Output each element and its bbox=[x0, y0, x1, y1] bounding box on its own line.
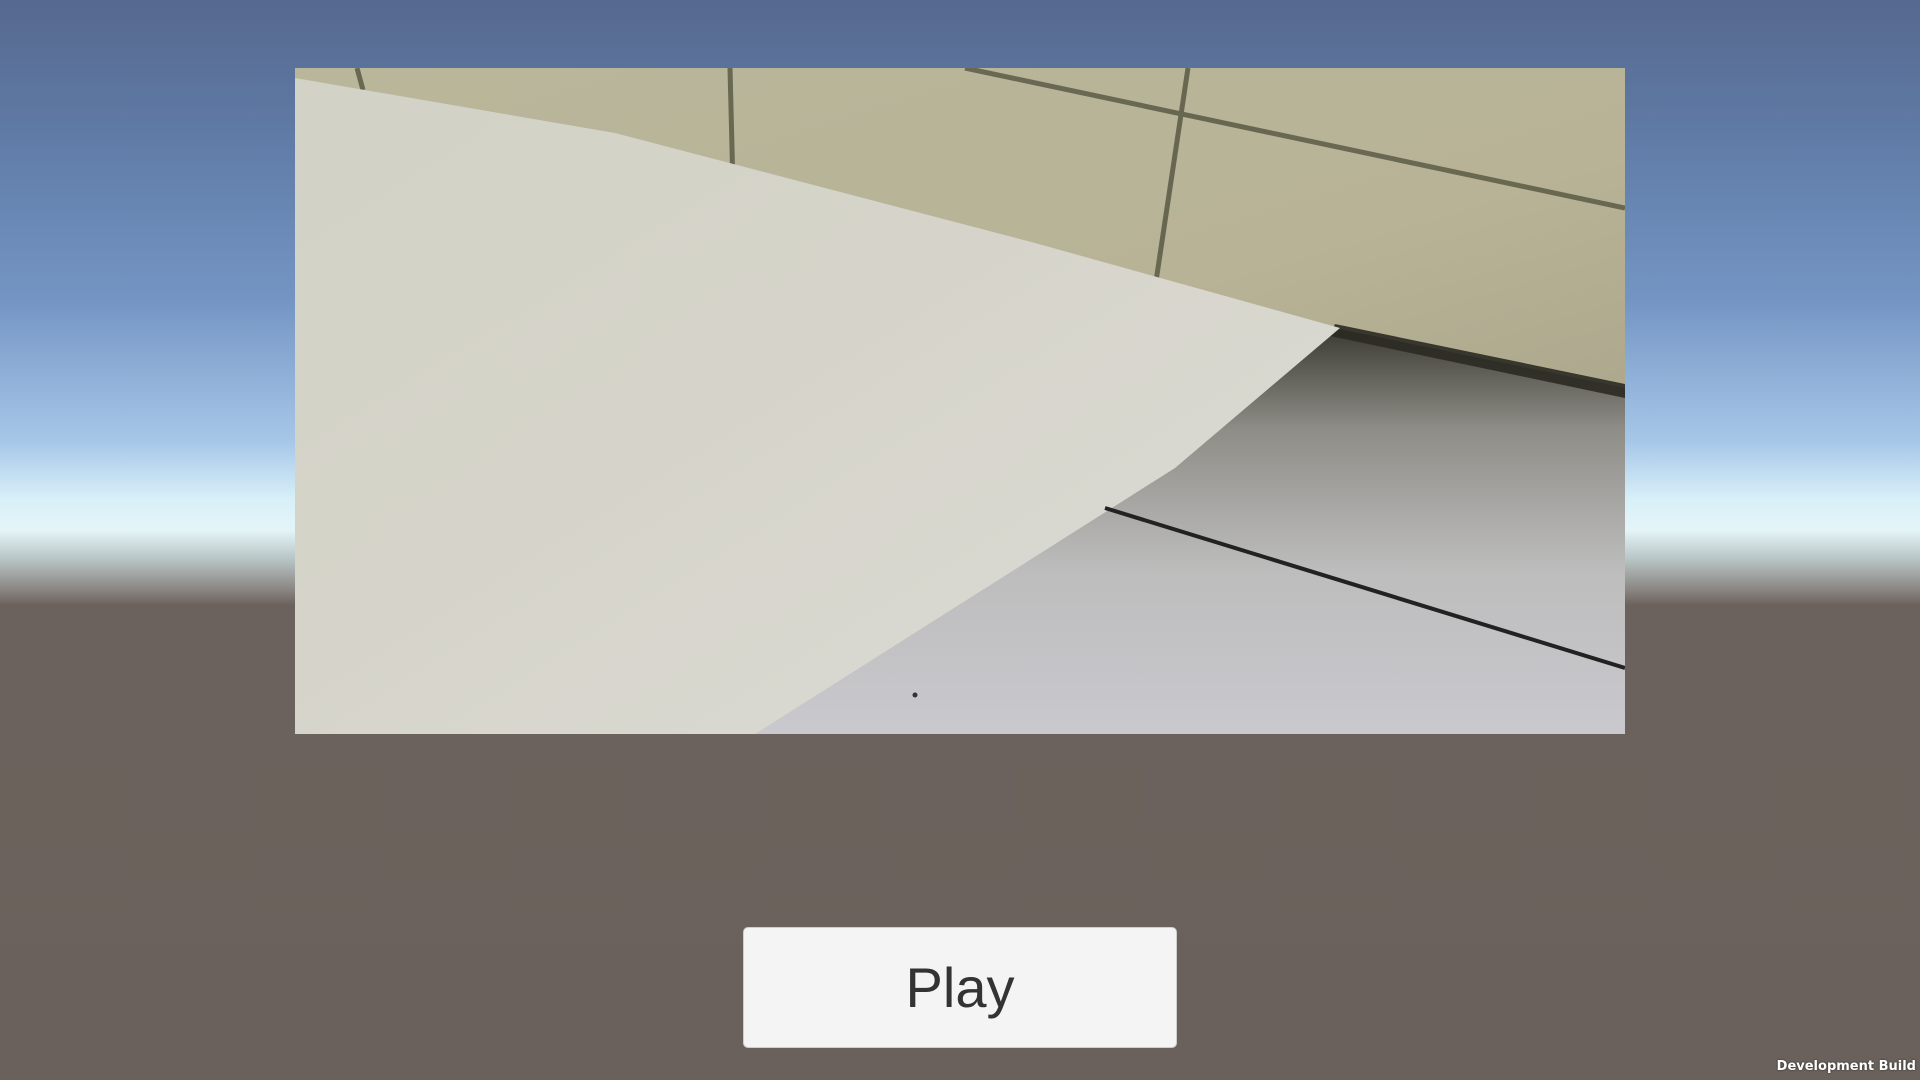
play-button-label: Play bbox=[905, 956, 1015, 1019]
play-button[interactable]: Play bbox=[743, 927, 1177, 1048]
camera-feed-view bbox=[295, 68, 1625, 734]
camera-feed-image bbox=[295, 68, 1625, 734]
development-build-label: Development Build bbox=[1776, 1059, 1916, 1074]
